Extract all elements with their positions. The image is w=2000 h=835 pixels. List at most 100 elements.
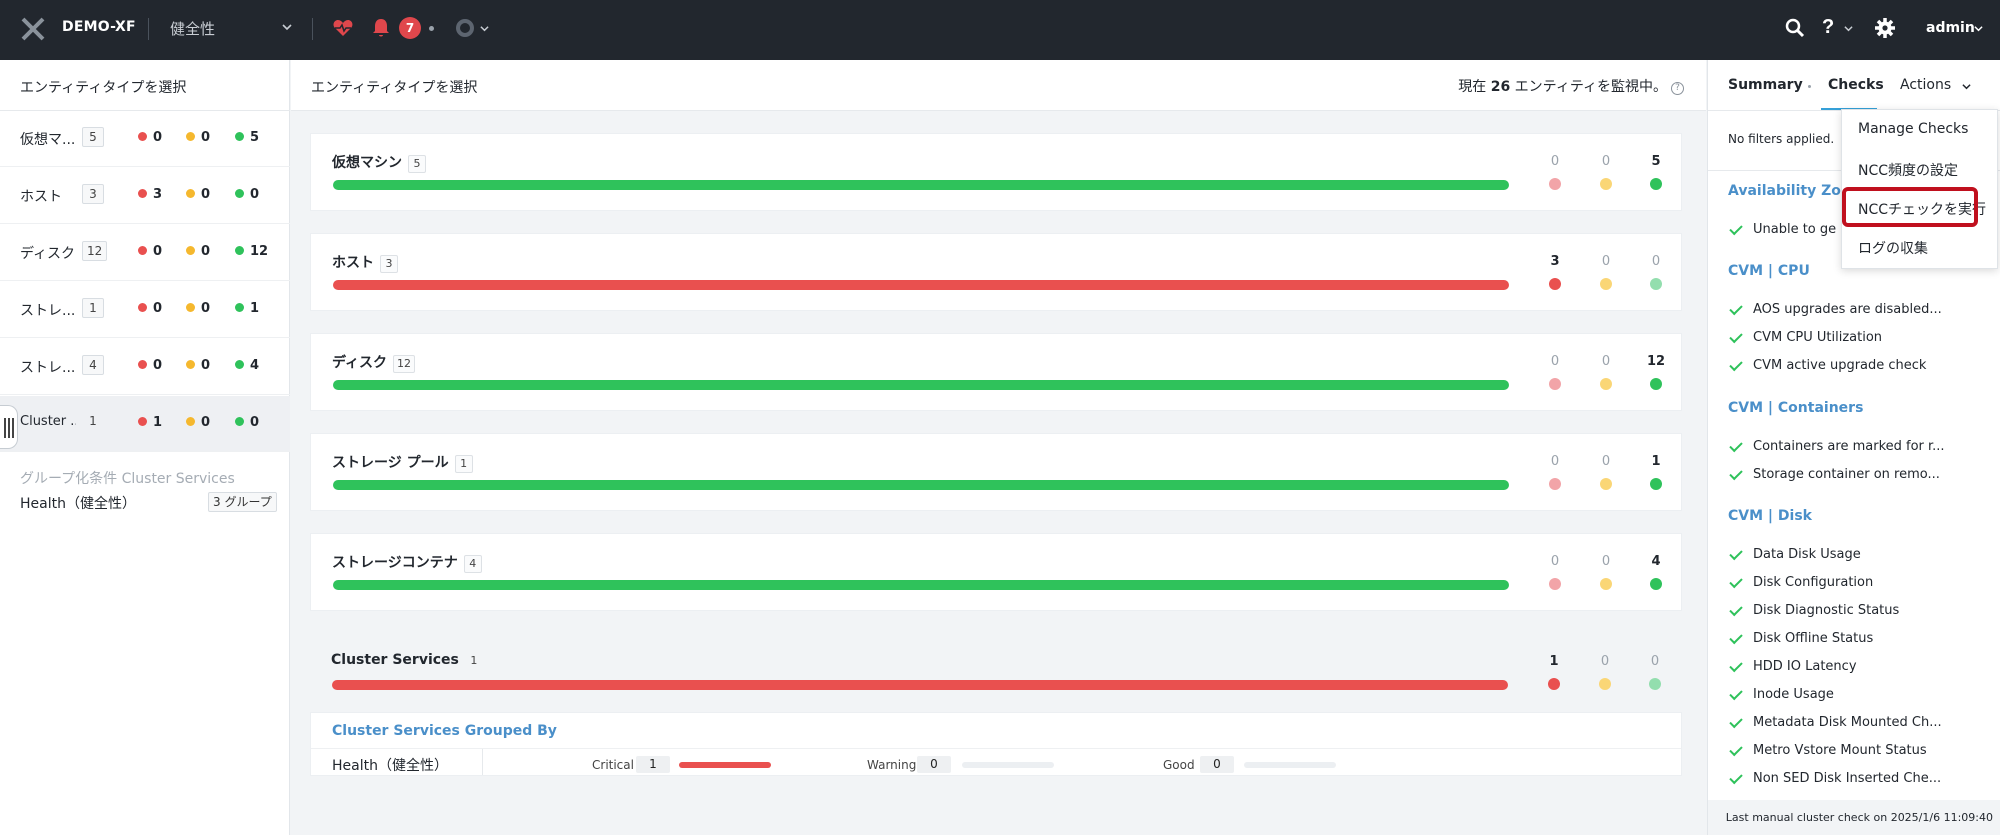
chevron-down-icon[interactable]	[1974, 24, 1983, 33]
bell-icon[interactable]	[372, 18, 390, 38]
filter-status: No filters applied. Sh	[1728, 132, 1838, 146]
group-by-value[interactable]: Health（健全性）	[20, 493, 136, 513]
check-item[interactable]: CVM CPU Utilization	[1728, 329, 1882, 345]
menu-item-collect-logs[interactable]: ログの収集	[1858, 238, 1928, 258]
entity-card-cluster-services[interactable]: Cluster Services 1 1 0 0 Cluster Services…	[310, 634, 1682, 776]
warning-dot-icon	[186, 303, 195, 312]
divider	[148, 18, 149, 40]
check-item[interactable]: AOS upgrades are disabled...	[1728, 301, 1942, 317]
check-item[interactable]: Disk Diagnostic Status	[1728, 602, 1899, 618]
chevron-down-icon[interactable]	[282, 22, 292, 32]
top-navigation-bar: DEMO-XF 健全性 7 ? admin	[0, 0, 2000, 60]
critical-bar	[679, 762, 771, 768]
check-item[interactable]: Metadata Disk Mounted Ch...	[1728, 714, 1942, 730]
check-pass-icon	[1729, 466, 1743, 480]
check-pass-icon	[1729, 658, 1743, 672]
sidebar-item-storage-container[interactable]: ストレ... 4 0 0 4	[0, 339, 290, 395]
menu-item-ncc-frequency[interactable]: NCC頻度の設定	[1858, 160, 1958, 180]
sidebar-item-vm[interactable]: 仮想マ... 5 0 0 5	[0, 111, 290, 167]
check-item[interactable]: Data Disk Usage	[1728, 546, 1861, 562]
grouped-by-panel: Cluster Services Grouped By Health（健全性） …	[310, 712, 1682, 776]
check-item[interactable]: Unable to ge	[1728, 221, 1836, 237]
sidebar-item-cluster-services[interactable]: Cluster ... 1 1 0 0	[0, 396, 290, 452]
critical-stat: 0	[1540, 154, 1570, 190]
chevron-down-icon[interactable]	[480, 24, 489, 33]
sidebar-item-label: 仮想マ...	[20, 132, 76, 148]
group-by-label: グループ化条件 Cluster Services	[20, 471, 235, 487]
check-item[interactable]: Non SED Disk Inserted Che...	[1728, 770, 1941, 786]
task-ring-icon[interactable]	[456, 19, 474, 37]
entity-card-disk[interactable]: ディスク 12 0 0 12	[310, 333, 1682, 411]
entity-card-storage-container[interactable]: ストレージコンテナ 4 0 0 4	[310, 533, 1682, 611]
check-item[interactable]: Disk Configuration	[1728, 574, 1873, 590]
warning-label: Warning	[867, 758, 917, 772]
sidebar-item-disk[interactable]: ディスク 12 0 0 12	[0, 225, 290, 281]
critical-stat: 0	[1540, 554, 1570, 590]
critical-value: 1	[636, 756, 670, 773]
health-heart-icon[interactable]	[332, 17, 354, 39]
check-item[interactable]: CVM active upgrade check	[1728, 357, 1926, 373]
nutanix-logo-icon[interactable]	[20, 16, 46, 42]
actions-menu-button[interactable]: Actions	[1900, 77, 1951, 93]
check-item[interactable]: Storage container on remo...	[1728, 466, 1940, 482]
warning-count: 0	[186, 187, 210, 202]
group-health-label[interactable]: Health（健全性）	[332, 755, 448, 775]
warning-stat: 0	[1591, 154, 1621, 190]
user-menu[interactable]: admin	[1926, 20, 1975, 36]
check-item[interactable]: Disk Offline Status	[1728, 630, 1873, 646]
cluster-name[interactable]: DEMO-XF	[62, 19, 136, 35]
entity-card-host[interactable]: ホスト 3 3 0 0	[310, 233, 1682, 311]
health-bar	[333, 380, 1509, 390]
check-pass-icon	[1729, 221, 1743, 235]
check-item[interactable]: Inode Usage	[1728, 686, 1834, 702]
critical-count: 0	[138, 301, 162, 316]
sidebar-item-host[interactable]: ホスト 3 3 0 0	[0, 168, 290, 224]
info-icon[interactable]: ?	[1671, 82, 1684, 95]
gear-icon[interactable]	[1874, 17, 1896, 39]
critical-dot-icon	[138, 303, 147, 312]
critical-count: 0	[138, 358, 162, 373]
tab-checks[interactable]: Checks	[1828, 77, 1884, 93]
check-item[interactable]: Metro Vstore Mount Status	[1728, 742, 1927, 758]
critical-dot-icon	[138, 417, 147, 426]
check-pass-icon	[1729, 438, 1743, 452]
entity-card-vm[interactable]: 仮想マシン 5 0 0 5	[310, 133, 1682, 211]
warning-stat: 0	[1591, 254, 1621, 290]
check-section-title[interactable]: CVM | Disk	[1728, 508, 1812, 524]
warning-stat: 0	[1590, 654, 1620, 690]
chevron-down-icon[interactable]	[1844, 24, 1853, 33]
critical-stat: 1	[1539, 654, 1569, 690]
critical-count: 0	[138, 244, 162, 259]
check-pass-icon	[1729, 714, 1743, 728]
good-count: 12	[235, 244, 268, 259]
tab-summary[interactable]: Summary	[1728, 77, 1803, 93]
check-item[interactable]: Containers are marked for r...	[1728, 438, 1945, 454]
entity-count-badge: 1	[89, 414, 97, 428]
good-stat: 4	[1641, 554, 1671, 590]
good-dot-icon	[235, 246, 244, 255]
good-stat: 1	[1641, 454, 1671, 490]
check-section-title[interactable]: CVM | Containers	[1728, 400, 1863, 416]
help-icon[interactable]: ?	[1822, 16, 1834, 39]
good-count: 5	[235, 130, 259, 145]
good-value: 0	[1200, 756, 1234, 773]
sidebar-item-storage-pool[interactable]: ストレ... 1 0 0 1	[0, 282, 290, 338]
menu-item-manage-checks[interactable]: Manage Checks	[1858, 121, 1968, 137]
chevron-down-icon[interactable]	[1962, 82, 1971, 91]
warning-count: 0	[186, 358, 210, 373]
check-section-title[interactable]: CVM | CPU	[1728, 263, 1810, 279]
panel-drag-handle[interactable]	[0, 405, 18, 449]
view-selector[interactable]: 健全性	[170, 18, 215, 39]
good-stat: 0	[1640, 654, 1670, 690]
alert-count-badge[interactable]: 7	[399, 17, 421, 39]
check-item[interactable]: HDD IO Latency	[1728, 658, 1857, 674]
good-count: 1	[235, 301, 259, 316]
monitoring-status: 現在 26 エンティティを監視中。?	[1458, 76, 1684, 96]
entity-card-storage-pool[interactable]: ストレージ プール 1 0 0 1	[310, 433, 1682, 511]
sidebar-title: エンティティタイプを選択	[20, 80, 187, 96]
check-pass-icon	[1729, 602, 1743, 616]
good-dot-icon	[235, 360, 244, 369]
search-icon[interactable]	[1785, 18, 1805, 38]
cluster-services-summary: Cluster Services 1 1 0 0	[310, 634, 1682, 712]
divider	[482, 749, 483, 775]
